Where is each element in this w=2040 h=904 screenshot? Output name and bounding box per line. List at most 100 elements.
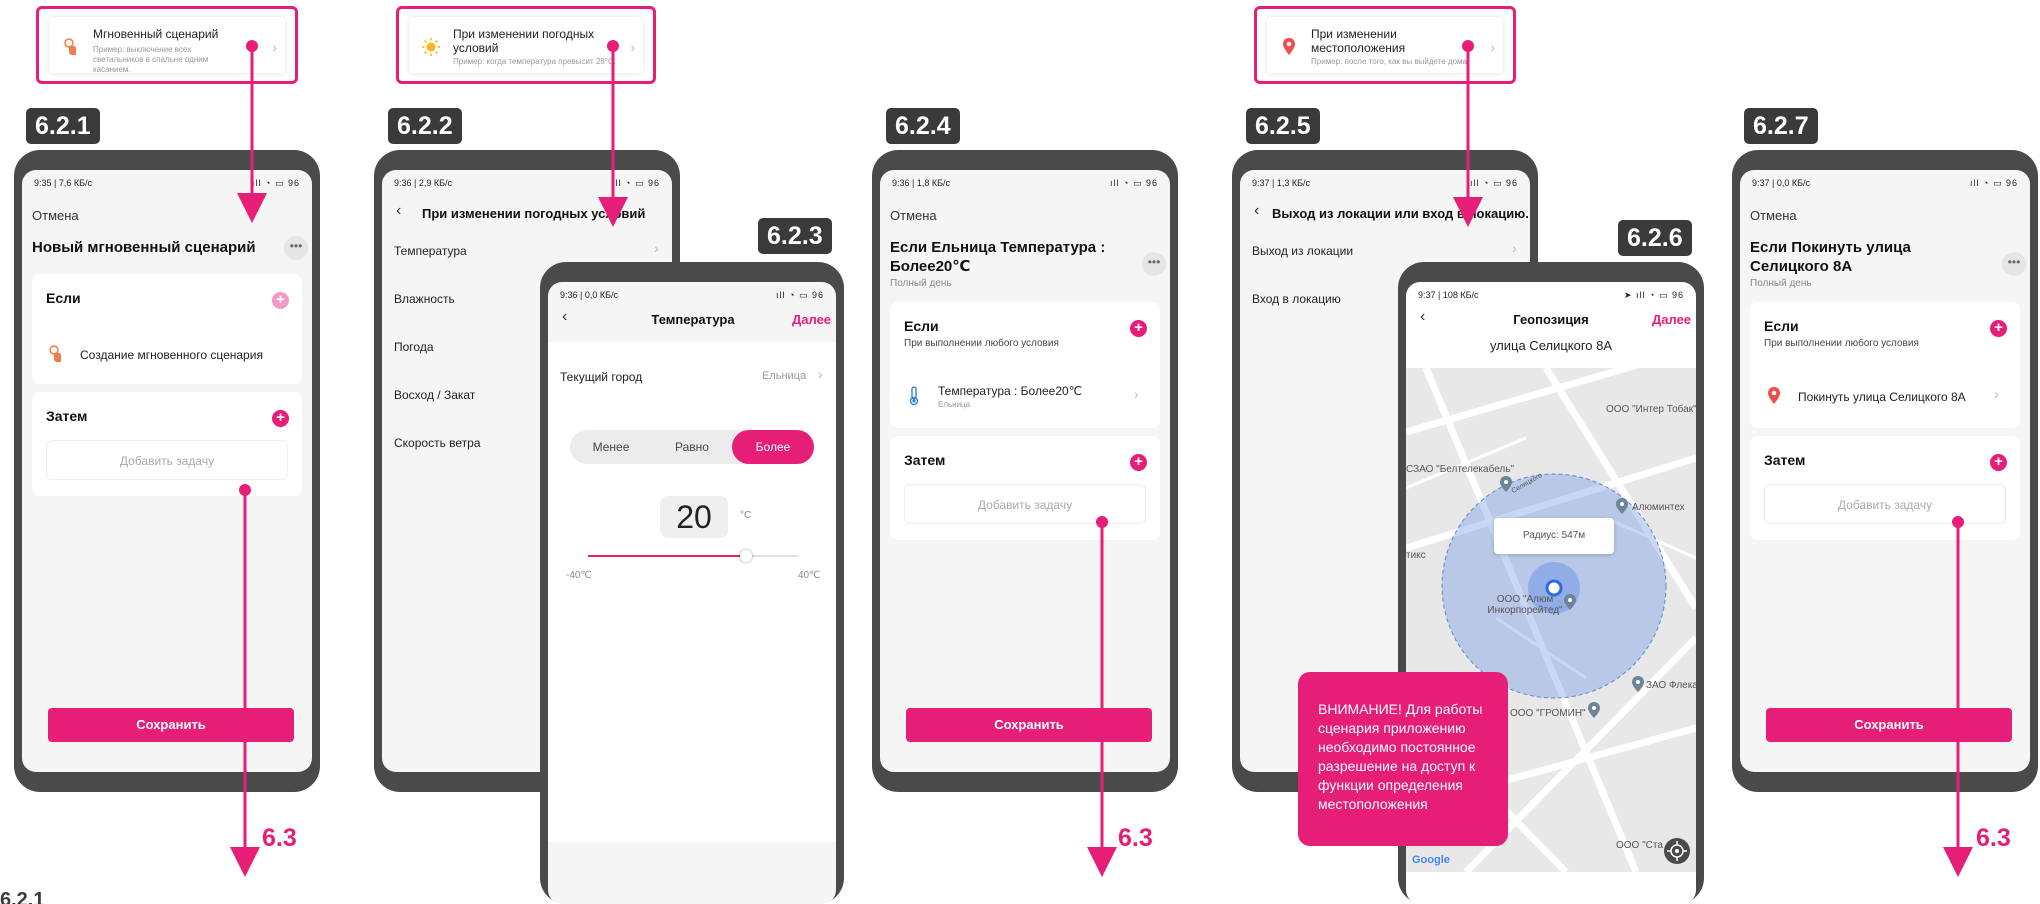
location-pin-icon: [1768, 387, 1780, 404]
hint-location-change[interactable]: При изменении местоположения Пример: пос…: [1254, 6, 1516, 84]
if-card: Если При выполнении любого условия + Тем…: [890, 302, 1160, 428]
status-icons: ıll ◔ ▭ 96: [1110, 178, 1158, 188]
chevron-right-icon: ›: [818, 366, 823, 382]
hand-tap-icon: [64, 38, 76, 55]
add-task-button[interactable]: Добавить задачу: [1764, 484, 2006, 524]
if-condition-mode[interactable]: При выполнении любого условия: [904, 338, 1059, 349]
more-options-button[interactable]: •••: [2002, 252, 2026, 276]
cancel-link[interactable]: Отмена: [32, 208, 79, 223]
then-label: Затем: [904, 452, 946, 468]
hand-tap-icon: [49, 345, 61, 362]
list-item-temperature[interactable]: Температура: [394, 244, 467, 258]
back-chevron-icon[interactable]: ‹: [1254, 202, 1259, 220]
temperature-slider-handle[interactable]: [739, 550, 752, 562]
condition-item[interactable]: Создание мгновенного сценария: [80, 348, 263, 362]
map-label: ООО "ГРОМИН": [1510, 708, 1586, 719]
list-item-exit-location[interactable]: Выход из локации: [1252, 244, 1353, 258]
step-label: 6.2.2: [388, 108, 462, 144]
status-icons: ıll ◔ ▭ 96: [1470, 178, 1518, 188]
add-task-button[interactable]: Добавить задачу: [904, 484, 1146, 524]
hint-instant-scenario[interactable]: Мгновенный сценарий Пример: выключение в…: [36, 6, 298, 84]
chevron-right-icon: ›: [1490, 39, 1495, 55]
option-more[interactable]: Более: [732, 430, 814, 464]
hint-subtitle: Пример: когда температура превысит 28°C.: [453, 57, 616, 66]
list-item-enter-location[interactable]: Вход в локацию: [1252, 292, 1341, 306]
if-label: Если: [46, 290, 81, 306]
chevron-right-icon: ›: [630, 39, 635, 55]
save-button[interactable]: Сохранить: [906, 708, 1152, 742]
chevron-right-icon: ›: [1512, 240, 1517, 256]
more-options-button[interactable]: •••: [284, 236, 308, 260]
hint-card: При изменении погодных условий Пример: к…: [409, 17, 643, 73]
phone-6-2-3: 9:36 | 0,0 КБ/с ıll ◔ ▭ 96 ‹ Температура…: [540, 262, 844, 904]
status-icons: ➤ ıll ◔ ▭ 96: [1624, 290, 1684, 300]
add-condition-button[interactable]: +: [1990, 320, 2007, 337]
screen: 9:37 | 0,0 КБ/с ıll ◔ ▭ 96 Отмена Если П…: [1740, 170, 2030, 772]
add-task-plus-button[interactable]: +: [1990, 454, 2007, 471]
hint-title: Мгновенный сценарий: [93, 27, 219, 41]
status-icons: ıll ◔ ▭ 96: [252, 178, 300, 188]
my-location-button[interactable]: [1664, 838, 1690, 864]
content-area: [548, 342, 836, 842]
if-condition-mode[interactable]: При выполнении любого условия: [1764, 338, 1919, 349]
status-bar: 9:36 | 2,9 КБ/с ıll ◔ ▭ 96: [394, 176, 660, 192]
list-item-weather[interactable]: Погода: [394, 340, 434, 354]
list-item-sunrise-sunset[interactable]: Восход / Закат: [394, 388, 475, 402]
temperature-slider-fill: [588, 555, 746, 557]
add-task-plus-button[interactable]: +: [272, 410, 289, 427]
target-label-6-3: 6.3: [1976, 824, 2011, 852]
save-button[interactable]: Сохранить: [48, 708, 294, 742]
more-options-button[interactable]: •••: [1142, 252, 1166, 276]
battery-level: 96: [1505, 178, 1518, 188]
cancel-link[interactable]: Отмена: [890, 208, 937, 223]
add-condition-button[interactable]: +: [1130, 320, 1147, 337]
back-chevron-icon[interactable]: ‹: [396, 202, 401, 220]
next-button[interactable]: Далее: [792, 312, 831, 327]
cancel-link[interactable]: Отмена: [1750, 208, 1797, 223]
battery-level: 96: [287, 178, 300, 188]
map-label: СЗАО "Белтелекабель": [1406, 464, 1515, 475]
map-label: Алюминтех: [1632, 502, 1685, 513]
temperature-value[interactable]: 20: [660, 496, 728, 538]
hint-weather-change[interactable]: При изменении погодных условий Пример: к…: [396, 6, 656, 84]
status-time: 9:36 | 0,0 КБ/с: [560, 290, 619, 300]
radius-tooltip: Радиус: 547м: [1494, 518, 1614, 554]
then-label: Затем: [1764, 452, 1806, 468]
status-bar: 9:36 | 0,0 КБ/с ıll ◔ ▭ 96: [560, 288, 824, 304]
add-task-button[interactable]: Добавить задачу: [46, 440, 288, 480]
page-title: Если Ельница Температура : Более20℃: [890, 239, 1106, 275]
next-button[interactable]: Далее: [1652, 312, 1691, 327]
status-bar: 9:35 | 7,6 КБ/с ıll ◔ ▭ 96: [34, 176, 300, 192]
step-label: 6.2.1: [26, 108, 100, 144]
list-item-humidity[interactable]: Влажность: [394, 292, 455, 306]
nav-title: При изменении погодных условий: [422, 206, 646, 221]
temperature-slider-track[interactable]: [588, 550, 798, 562]
add-task-plus-button[interactable]: +: [1130, 454, 1147, 471]
sun-icon: [422, 38, 440, 56]
save-button[interactable]: Сохранить: [1766, 708, 2012, 742]
chevron-right-icon: ›: [1994, 386, 1999, 402]
page-subtitle: Полный день: [1750, 278, 1812, 289]
add-condition-button[interactable]: +: [272, 292, 289, 309]
slider-min-label: -40℃: [566, 570, 592, 581]
list-item-wind-speed[interactable]: Скорость ветра: [394, 436, 481, 450]
option-equal[interactable]: Равно: [652, 430, 732, 464]
page-subtitle: Полный день: [890, 278, 952, 289]
hint-card: Мгновенный сценарий Пример: выключение в…: [49, 17, 285, 74]
phone-6-2-7: 9:37 | 0,0 КБ/с ıll ◔ ▭ 96 Отмена Если П…: [1732, 150, 2038, 792]
condition-text[interactable]: Покинуть улица Селицкого 8А: [1798, 390, 1966, 404]
hint-subtitle: Пример: выключение всех светильников в с…: [93, 45, 209, 74]
current-city-value[interactable]: Ельница: [762, 370, 806, 382]
map-pin-icon: [1632, 676, 1644, 692]
battery-level: 96: [1671, 290, 1684, 300]
chevron-right-icon: ›: [1134, 386, 1139, 402]
hint-card: При изменении местоположения Пример: пос…: [1267, 17, 1503, 73]
back-chevron-icon[interactable]: ‹: [562, 308, 567, 326]
back-chevron-icon[interactable]: ‹: [1420, 308, 1425, 326]
condition-text[interactable]: Температура : Более20℃: [938, 384, 1082, 398]
status-bar: 9:37 | 0,0 КБ/с ıll ◔ ▭ 96: [1752, 176, 2018, 192]
status-time: 9:37 | 0,0 КБ/с: [1752, 178, 1811, 188]
map-label: ООО "Ста: [1616, 840, 1663, 851]
option-less[interactable]: Менее: [570, 430, 652, 464]
status-icons: ıll ◔ ▭ 96: [1970, 178, 2018, 188]
